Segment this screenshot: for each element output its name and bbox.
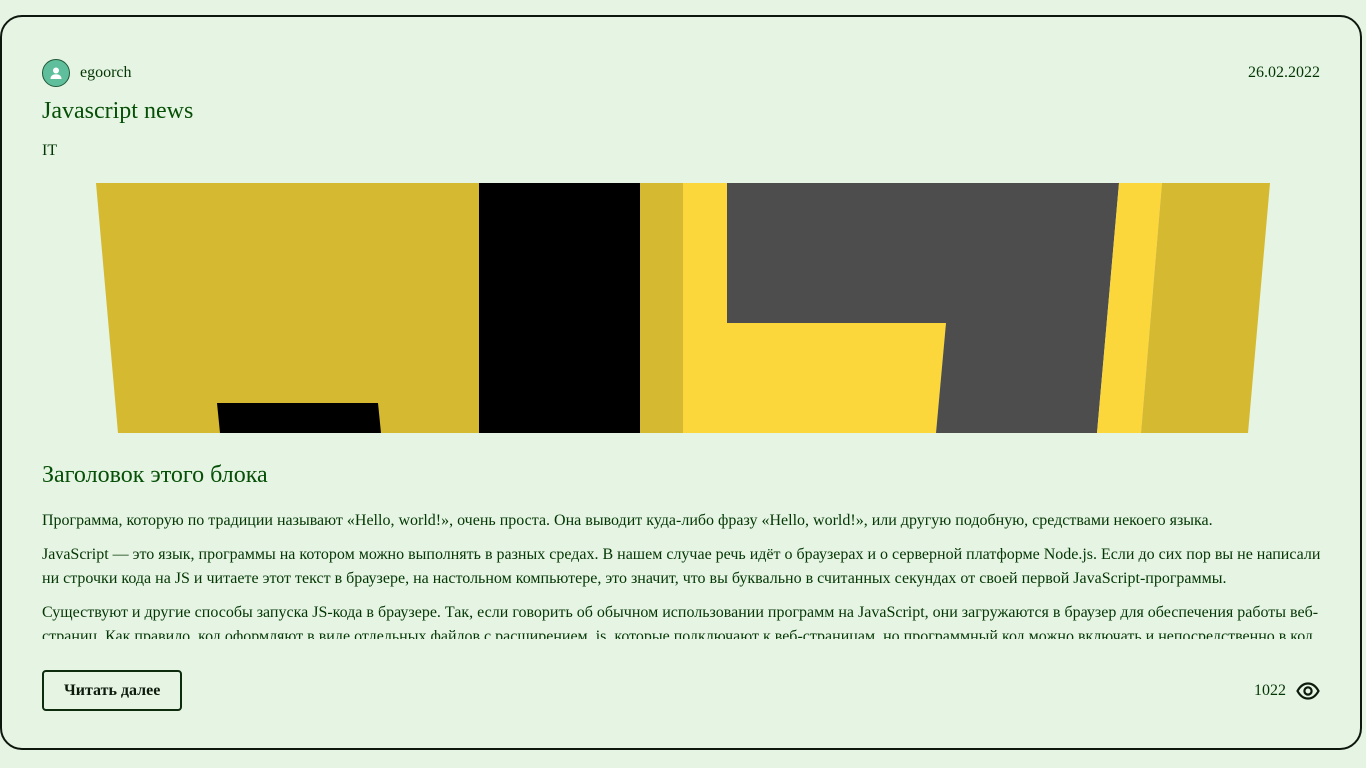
paragraph: JavaScript — это язык, программы на кото… bbox=[42, 546, 1321, 587]
author[interactable]: egoorch bbox=[42, 59, 132, 87]
post-image bbox=[96, 183, 1270, 433]
post-header: egoorch 26.02.2022 bbox=[42, 57, 1320, 89]
post-title: Javascript news bbox=[42, 98, 194, 124]
eye-icon bbox=[1296, 681, 1320, 701]
views-counter: 1022 bbox=[1254, 681, 1320, 701]
user-icon bbox=[42, 59, 70, 87]
paragraph: Существуют и другие способы запуска JS-к… bbox=[42, 604, 1319, 639]
paragraph: Программа, которую по традиции называют … bbox=[42, 512, 1213, 529]
post-footer: Читать далее 1022 bbox=[42, 670, 1320, 711]
post-card: egoorch 26.02.2022 Javascript news IT За… bbox=[0, 15, 1362, 750]
block-title: Заголовок этого блока bbox=[42, 462, 268, 488]
views-count: 1022 bbox=[1254, 681, 1286, 699]
post-category: IT bbox=[42, 142, 58, 159]
post-body: Программа, которую по традиции называют … bbox=[42, 509, 1326, 639]
post-date: 26.02.2022 bbox=[1248, 64, 1320, 81]
author-name: egoorch bbox=[80, 64, 132, 81]
read-more-button[interactable]: Читать далее bbox=[42, 670, 183, 711]
